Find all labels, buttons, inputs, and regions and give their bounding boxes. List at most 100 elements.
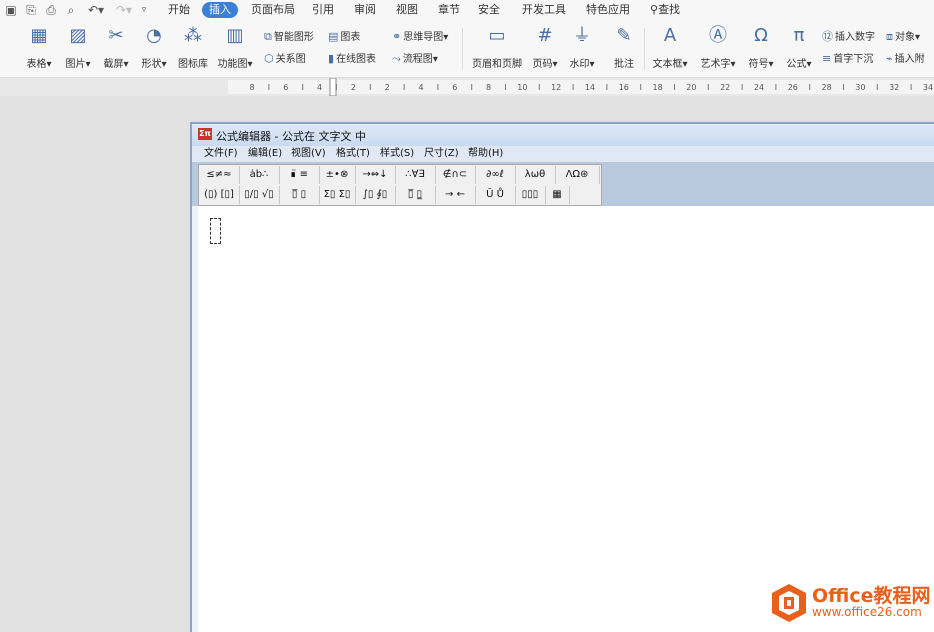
- spaces-ellipses-button[interactable]: ȧb∴: [239, 166, 280, 184]
- formula-button[interactable]: π 公式▾: [784, 24, 814, 70]
- page-number-button[interactable]: # 页码▾: [530, 24, 560, 70]
- operator-symbols-button[interactable]: ±•⊗: [319, 166, 356, 184]
- menu-edit[interactable]: 编辑(E): [248, 147, 282, 161]
- textbox-button[interactable]: A 文本框▾: [650, 24, 690, 70]
- chart-button[interactable]: ▤ 图表: [328, 30, 360, 44]
- subscript-superscript-button[interactable]: ▯̅ ▯: [279, 186, 320, 204]
- greek-lowercase-button[interactable]: λωθ: [515, 166, 556, 184]
- menu-view[interactable]: 视图(V): [291, 147, 326, 161]
- equation-editor-app-icon: Σπ: [198, 128, 212, 140]
- ruler-label: 18: [653, 83, 663, 92]
- equation-editor-window[interactable]: Σπ 公式编辑器 - 公式在 文字文 中 文件(F) 编辑(E) 视图(V) 格…: [190, 122, 934, 632]
- function-chart-button[interactable]: ▥ 功能图▾: [216, 24, 254, 70]
- pi-icon: π: [793, 25, 805, 46]
- ruler-label: 2: [351, 83, 356, 92]
- tab-view[interactable]: 视图: [396, 2, 418, 18]
- insert-number-button[interactable]: ⑫ 插入数字: [822, 30, 875, 44]
- object-button[interactable]: ⧈ 对象▾: [886, 30, 920, 44]
- embellishments-button[interactable]: ∎̈ ≡: [279, 166, 320, 184]
- editor-left-gutter: [192, 206, 198, 632]
- ruler-label: 10: [517, 83, 527, 92]
- scissors-icon: ✂: [108, 25, 124, 46]
- flowchart-button[interactable]: ⤳ 流程图▾: [392, 52, 438, 66]
- tab-review[interactable]: 审阅: [354, 2, 376, 18]
- menu-size[interactable]: 尺寸(Z): [424, 147, 459, 161]
- redo-icon[interactable]: ↷▾: [114, 2, 134, 18]
- icon-library-button[interactable]: ⁂ 图标库: [176, 24, 210, 70]
- labeled-arrow-button[interactable]: → ←: [435, 186, 476, 204]
- comment-icon: ✎: [616, 25, 632, 46]
- screenshot-button[interactable]: ✂ 截屏▾: [100, 24, 132, 70]
- tab-security[interactable]: 安全: [478, 2, 500, 18]
- ruler-label: 4: [418, 83, 423, 92]
- picture-button[interactable]: ▨ 图片▾: [62, 24, 94, 70]
- ruler-label: 14: [585, 83, 595, 92]
- fence-templates-button[interactable]: (▯) [▯]: [199, 186, 240, 204]
- ruler-label: 4: [317, 83, 322, 92]
- tab-chapter[interactable]: 章节: [438, 2, 460, 18]
- row-template-button[interactable]: ▯▯▯: [515, 186, 546, 204]
- fraction-radical-button[interactable]: ▯/▯ √▯: [239, 186, 280, 204]
- horizontal-ruler[interactable]: 8 6 4 2 2 4 6 8 10 12 14 16 18 20 22 24 26 28 30 32 34: [0, 78, 934, 96]
- menu-format[interactable]: 格式(T): [336, 147, 370, 161]
- drop-cap-button[interactable]: ≡ 首字下沉: [822, 52, 873, 66]
- save-icon[interactable]: ▣: [4, 2, 18, 18]
- table-icon: ▦: [30, 25, 48, 46]
- tab-developer[interactable]: 开发工具: [522, 2, 566, 18]
- set-theory-button[interactable]: ∉∩⊂: [435, 166, 476, 184]
- shapes-button[interactable]: ◔ 形状▾: [138, 24, 170, 70]
- undo-icon[interactable]: ↶▾: [86, 2, 106, 18]
- menu-style[interactable]: 样式(S): [380, 147, 414, 161]
- editor-menubar: 文件(F) 编辑(E) 视图(V) 格式(T) 样式(S) 尺寸(Z) 帮助(H…: [192, 146, 934, 162]
- print-preview-icon[interactable]: ⌕: [64, 2, 78, 18]
- tab-page-layout[interactable]: 页面布局: [251, 2, 295, 18]
- comment-button[interactable]: ✎ 批注: [610, 24, 638, 70]
- table-button[interactable]: ▦ 表格▾: [24, 24, 54, 70]
- watermark-button[interactable]: ⏚ 水印▾: [566, 24, 598, 70]
- office-logo-icon: [772, 584, 806, 622]
- tab-insert[interactable]: 插入: [202, 2, 238, 18]
- ruler-scale: 8 6 4 2 2 4 6 8 10 12 14 16 18 20 22 24 26 28 30 32 34: [228, 78, 934, 96]
- chart-icon: ▤: [328, 30, 339, 43]
- arrow-symbols-button[interactable]: →⇔↓: [355, 166, 396, 184]
- menu-help[interactable]: 帮助(H): [468, 147, 503, 161]
- equation-input-slot[interactable]: [210, 218, 221, 244]
- tab-home[interactable]: 开始: [168, 2, 190, 18]
- editor-title-bar[interactable]: Σπ 公式编辑器 - 公式在 文字文 中: [192, 124, 934, 146]
- omega-icon: Ω: [754, 25, 768, 46]
- share-icon[interactable]: ⎘: [24, 2, 38, 18]
- summation-button[interactable]: Σ▯ Σ▯: [319, 186, 356, 204]
- search-button[interactable]: ⚲查找: [650, 2, 680, 18]
- tab-features[interactable]: 特色应用: [586, 2, 630, 18]
- logical-symbols-button[interactable]: ∴∀∃: [395, 166, 436, 184]
- tab-references[interactable]: 引用: [312, 2, 334, 18]
- smart-art-button[interactable]: ⧉ 智能图形: [264, 30, 314, 44]
- misc-symbols-button[interactable]: ∂∞ℓ: [475, 166, 516, 184]
- mindmap-button[interactable]: ⚭ 思维导图▾: [392, 30, 448, 44]
- customize-icon[interactable]: ▿: [138, 2, 150, 18]
- header-footer-button[interactable]: ▭ 页眉和页脚: [472, 24, 522, 70]
- relation-icon: ⬡: [264, 52, 274, 65]
- flowchart-icon: ⤳: [392, 52, 401, 65]
- products-set-button[interactable]: Ū Ů: [475, 186, 516, 204]
- menu-file[interactable]: 文件(F): [204, 147, 238, 161]
- equation-canvas[interactable]: [192, 206, 934, 632]
- header-footer-icon: ▭: [488, 25, 506, 46]
- function-chart-icon: ▥: [226, 25, 244, 46]
- print-icon[interactable]: ⎙: [44, 2, 58, 18]
- underbar-overbar-button[interactable]: ▯̅ ▯̲: [395, 186, 436, 204]
- online-chart-button[interactable]: ▮ 在线图表: [328, 52, 376, 66]
- relation-button[interactable]: ⬡ 关系图: [264, 52, 306, 66]
- relational-symbols-button[interactable]: ≤≠≈: [199, 166, 240, 184]
- greek-uppercase-button[interactable]: ΛΩ⊛: [555, 166, 600, 184]
- integral-button[interactable]: ∫▯ ∮▯: [355, 186, 396, 204]
- symbol-button[interactable]: Ω 符号▾: [746, 24, 776, 70]
- paperclip-icon: ⌁: [886, 52, 893, 65]
- attachment-button[interactable]: ⌁ 插入附: [886, 52, 925, 66]
- ruler-label: 8: [249, 83, 254, 92]
- matrix-template-button[interactable]: ▦: [545, 186, 570, 204]
- watermark-name: Office教程网: [812, 585, 931, 607]
- wordart-button[interactable]: Ⓐ 艺术字▾: [698, 24, 738, 70]
- picture-icon: ▨: [69, 25, 87, 46]
- ruler-label: 32: [889, 83, 899, 92]
